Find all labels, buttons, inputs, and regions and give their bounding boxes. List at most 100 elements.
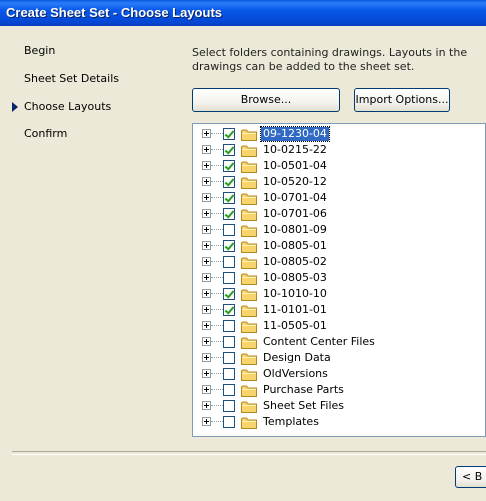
folder-tree[interactable]: 09-1230-04 10-0215-22 10-0501-04 10-0520-12… bbox=[192, 123, 486, 437]
tree-item[interactable]: Purchase Parts bbox=[193, 382, 483, 398]
tree-item[interactable]: 10-0805-03 bbox=[193, 270, 483, 286]
tree-item[interactable]: 10-0215-22 bbox=[193, 142, 483, 158]
expand-plus-icon[interactable] bbox=[202, 193, 211, 202]
tree-item[interactable]: 10-0520-12 bbox=[193, 174, 483, 190]
folder-label[interactable]: 11-0505-01 bbox=[261, 319, 329, 333]
expand-plus-icon[interactable] bbox=[202, 289, 211, 298]
folder-icon bbox=[241, 193, 257, 205]
folder-label[interactable]: Sheet Set Files bbox=[261, 399, 346, 413]
tree-connector-line bbox=[211, 341, 223, 343]
folder-icon bbox=[241, 289, 257, 301]
step-label: Sheet Set Details bbox=[24, 72, 119, 85]
folder-checkbox[interactable] bbox=[223, 192, 235, 204]
tree-connector-line bbox=[211, 309, 223, 311]
footer-divider bbox=[12, 451, 486, 455]
back-button[interactable]: < B bbox=[455, 466, 486, 488]
title-bar[interactable]: Create Sheet Set - Choose Layouts bbox=[0, 0, 486, 26]
expand-plus-icon[interactable] bbox=[202, 273, 211, 282]
tree-item[interactable]: 11-0505-01 bbox=[193, 318, 483, 334]
folder-label[interactable]: 09-1230-04 bbox=[260, 126, 330, 142]
folder-checkbox[interactable] bbox=[223, 352, 235, 364]
tree-item[interactable]: Design Data bbox=[193, 350, 483, 366]
expand-plus-icon[interactable] bbox=[202, 209, 211, 218]
folder-checkbox[interactable] bbox=[223, 144, 235, 156]
folder-label[interactable]: Templates bbox=[261, 415, 321, 429]
tree-item[interactable]: Sheet Set Files bbox=[193, 398, 483, 414]
folder-label[interactable]: Design Data bbox=[261, 351, 333, 365]
tree-item[interactable]: 10-0805-01 bbox=[193, 238, 483, 254]
browse-button[interactable]: Browse... bbox=[192, 88, 340, 112]
folder-icon bbox=[241, 225, 257, 237]
folder-checkbox[interactable] bbox=[223, 224, 235, 236]
folder-checkbox[interactable] bbox=[223, 320, 235, 332]
folder-label[interactable]: 10-1010-10 bbox=[261, 287, 329, 301]
folder-checkbox[interactable] bbox=[223, 336, 235, 348]
tree-item[interactable]: 10-0701-06 bbox=[193, 206, 483, 222]
tree-item[interactable]: 10-1010-10 bbox=[193, 286, 483, 302]
folder-label[interactable]: Content Center Files bbox=[261, 335, 377, 349]
step-choose-layouts: Choose Layouts bbox=[24, 100, 111, 113]
tree-item[interactable]: Templates bbox=[193, 414, 483, 430]
folder-label[interactable]: OldVersions bbox=[261, 367, 330, 381]
folder-label[interactable]: 10-0805-03 bbox=[261, 271, 329, 285]
folder-label[interactable]: 10-0805-01 bbox=[261, 239, 329, 253]
expand-plus-icon[interactable] bbox=[202, 369, 211, 378]
tree-item[interactable]: Content Center Files bbox=[193, 334, 483, 350]
expand-plus-icon[interactable] bbox=[202, 417, 211, 426]
folder-checkbox[interactable] bbox=[223, 416, 235, 428]
tree-connector-line bbox=[211, 405, 223, 407]
folder-checkbox[interactable] bbox=[223, 128, 235, 140]
folder-label[interactable]: 10-0501-04 bbox=[261, 159, 329, 173]
expand-plus-icon[interactable] bbox=[202, 129, 211, 138]
tree-connector-line bbox=[211, 261, 223, 263]
step-label: Confirm bbox=[24, 127, 68, 140]
folder-label[interactable]: 10-0215-22 bbox=[261, 143, 329, 157]
folder-label[interactable]: Purchase Parts bbox=[261, 383, 346, 397]
instructions-text: Select folders containing drawings. Layo… bbox=[192, 46, 468, 73]
tree-item[interactable]: 10-0801-09 bbox=[193, 222, 483, 238]
folder-label[interactable]: 10-0805-02 bbox=[261, 255, 329, 269]
tree-connector-line bbox=[211, 357, 223, 359]
folder-checkbox[interactable] bbox=[223, 208, 235, 220]
expand-plus-icon[interactable] bbox=[202, 401, 211, 410]
folder-checkbox[interactable] bbox=[223, 384, 235, 396]
tree-item[interactable]: 10-0501-04 bbox=[193, 158, 483, 174]
expand-plus-icon[interactable] bbox=[202, 225, 211, 234]
folder-label[interactable]: 10-0701-06 bbox=[261, 207, 329, 221]
tree-item[interactable]: 10-0805-02 bbox=[193, 254, 483, 270]
folder-checkbox[interactable] bbox=[223, 240, 235, 252]
tree-connector-line bbox=[211, 213, 223, 215]
expand-plus-icon[interactable] bbox=[202, 305, 211, 314]
folder-checkbox[interactable] bbox=[223, 400, 235, 412]
expand-plus-icon[interactable] bbox=[202, 161, 211, 170]
create-sheet-set-dialog: Create Sheet Set - Choose Layouts Begin … bbox=[0, 0, 486, 501]
folder-checkbox[interactable] bbox=[223, 176, 235, 188]
expand-plus-icon[interactable] bbox=[202, 385, 211, 394]
folder-checkbox[interactable] bbox=[223, 256, 235, 268]
step-label: Begin bbox=[24, 44, 56, 57]
folder-label[interactable]: 10-0701-04 bbox=[261, 191, 329, 205]
expand-plus-icon[interactable] bbox=[202, 337, 211, 346]
tree-connector-line bbox=[211, 293, 223, 295]
expand-plus-icon[interactable] bbox=[202, 353, 211, 362]
folder-checkbox[interactable] bbox=[223, 368, 235, 380]
tree-connector-line bbox=[211, 197, 223, 199]
folder-checkbox[interactable] bbox=[223, 272, 235, 284]
folder-label[interactable]: 10-0801-09 bbox=[261, 223, 329, 237]
folder-checkbox[interactable] bbox=[223, 288, 235, 300]
folder-checkbox[interactable] bbox=[223, 160, 235, 172]
import-options-button[interactable]: Import Options... bbox=[354, 88, 450, 112]
expand-plus-icon[interactable] bbox=[202, 177, 211, 186]
expand-plus-icon[interactable] bbox=[202, 257, 211, 266]
expand-plus-icon[interactable] bbox=[202, 145, 211, 154]
folder-label[interactable]: 10-0520-12 bbox=[261, 175, 329, 189]
tree-connector-line bbox=[211, 245, 223, 247]
tree-item[interactable]: OldVersions bbox=[193, 366, 483, 382]
tree-item[interactable]: 11-0101-01 bbox=[193, 302, 483, 318]
tree-item[interactable]: 09-1230-04 bbox=[193, 126, 483, 142]
folder-label[interactable]: 11-0101-01 bbox=[261, 303, 329, 317]
expand-plus-icon[interactable] bbox=[202, 241, 211, 250]
expand-plus-icon[interactable] bbox=[202, 321, 211, 330]
folder-checkbox[interactable] bbox=[223, 304, 235, 316]
tree-item[interactable]: 10-0701-04 bbox=[193, 190, 483, 206]
